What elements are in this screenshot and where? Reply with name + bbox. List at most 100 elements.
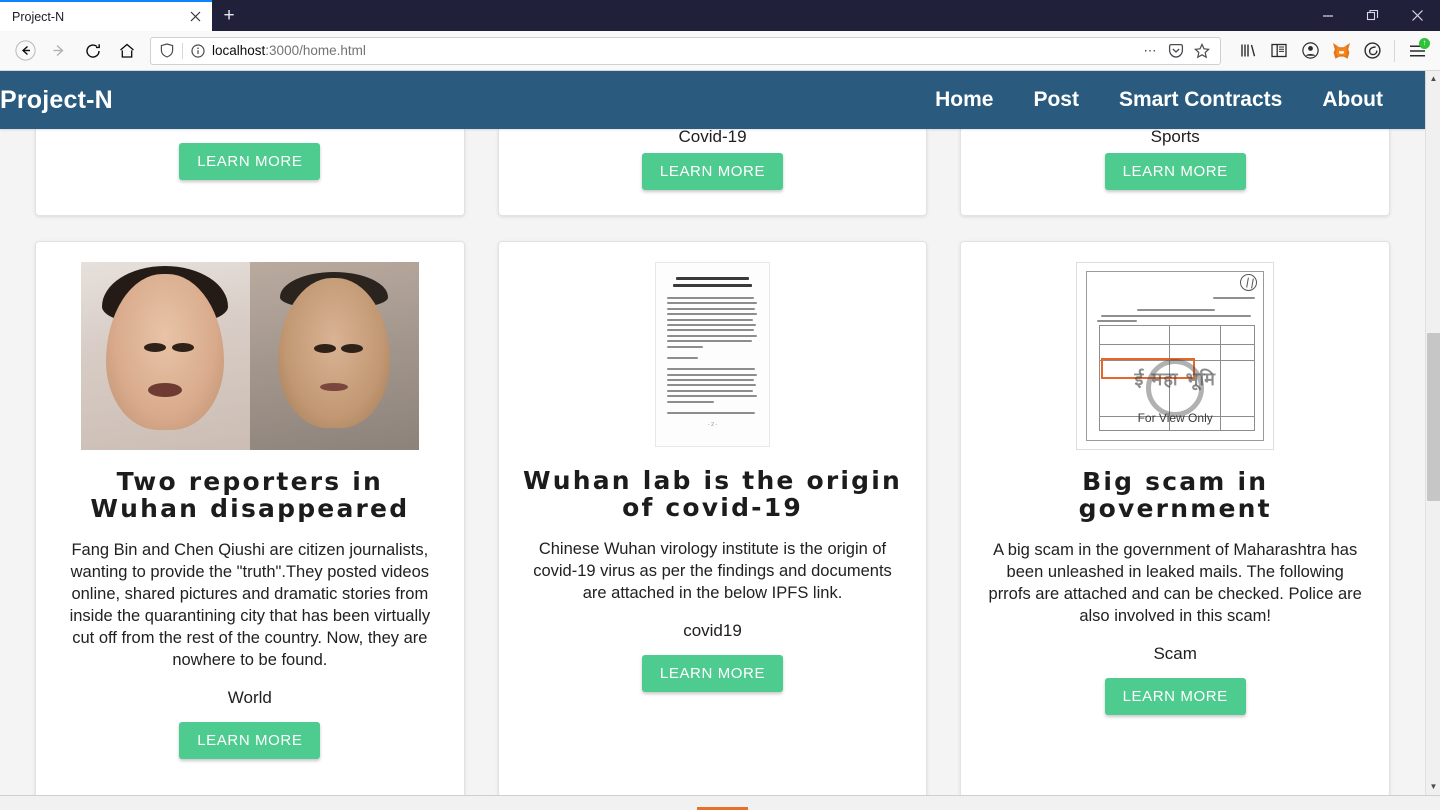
library-icon[interactable] <box>1233 36 1263 66</box>
tab-close-icon[interactable] <box>184 6 206 28</box>
doc-text-line <box>667 389 753 392</box>
doc-text-line <box>667 373 758 376</box>
head-shape <box>106 274 225 430</box>
doc-text-line <box>1097 320 1138 322</box>
learn-more-button[interactable]: LEARN MORE <box>1104 153 1246 190</box>
address-bar[interactable]: localhost:3000/home.html ⋯ <box>150 36 1221 65</box>
eye-right <box>172 342 195 352</box>
back-button[interactable] <box>8 35 42 67</box>
doc-text-line <box>667 400 715 403</box>
portrait-right <box>249 262 419 450</box>
doc-text-line <box>1213 297 1256 299</box>
learn-more-button[interactable]: LEARN MORE <box>641 153 784 190</box>
card-category: Covid-19 <box>678 129 747 146</box>
pocket-icon[interactable] <box>1164 39 1188 63</box>
nav-link-smart-contracts[interactable]: Smart Contracts <box>1099 88 1302 112</box>
card-thumbnail[interactable]: ई महा भूमि For View Only <box>983 262 1367 450</box>
card-title: Two reporters in Wuhan disappeared <box>90 467 410 523</box>
news-card-partial[interactable]: Covid-19 LEARN MORE <box>497 129 928 216</box>
doc-text-line <box>667 379 755 382</box>
card-thumbnail[interactable] <box>58 262 442 450</box>
scroll-down-arrow-icon[interactable]: ▼ <box>1426 779 1440 795</box>
vertical-scrollbar[interactable]: ▲ ▼ <box>1425 71 1440 795</box>
card-category: Scam <box>1153 643 1197 663</box>
learn-more-button[interactable]: LEARN MORE <box>179 721 321 759</box>
news-card-partial[interactable]: LEARN MORE <box>35 129 465 216</box>
card-title: Big scam in government <box>1078 467 1272 523</box>
card-title: Wuhan lab is the origin of covid-19 <box>522 466 903 522</box>
browser-title-bar: Project-N + <box>0 0 1440 31</box>
hamburger-menu-icon[interactable]: ↑ <box>1402 36 1432 66</box>
doc-text-line <box>667 334 758 337</box>
url-text[interactable]: localhost:3000/home.html <box>208 43 1138 58</box>
card-thumbnail[interactable]: - 2 - <box>521 262 905 447</box>
eye-left <box>144 342 167 352</box>
update-badge: ↑ <box>1419 37 1430 49</box>
info-circle-icon[interactable] <box>188 43 208 58</box>
news-card[interactable]: ई महा भूमि For View Only Big scam in gov… <box>960 241 1391 795</box>
url-actions: ⋯ <box>1138 39 1214 63</box>
mouth-shape <box>320 383 349 391</box>
learn-more-button[interactable]: LEARN MORE <box>179 143 321 180</box>
close-button[interactable] <box>1395 0 1440 31</box>
doc-text-line <box>667 307 756 310</box>
doc-text-line <box>667 412 756 415</box>
learn-more-button[interactable]: LEARN MORE <box>1104 677 1246 715</box>
doc-text-line <box>667 345 704 348</box>
doc-text-line <box>667 302 758 305</box>
news-card-partial[interactable]: Sports LEARN MORE <box>960 129 1391 216</box>
shield-icon[interactable] <box>157 43 177 58</box>
os-taskbar[interactable] <box>0 795 1440 810</box>
window-controls <box>1305 0 1440 31</box>
doc-text-line <box>667 368 756 371</box>
doc-subheading-line <box>667 356 698 359</box>
news-card[interactable]: - 2 - Wuhan lab is the origin of covid-1… <box>497 241 928 795</box>
nav-link-home[interactable]: Home <box>915 88 1013 112</box>
card-column: ई महा भूमि For View Only Big scam in gov… <box>960 241 1391 795</box>
nav-link-about[interactable]: About <box>1302 88 1403 112</box>
doc-text-line <box>667 384 757 387</box>
card-category: World <box>227 687 272 707</box>
forward-button[interactable] <box>42 35 76 67</box>
url-path: :3000/home.html <box>265 43 366 58</box>
portrait-left <box>80 262 250 450</box>
card-column: - 2 - Wuhan lab is the origin of covid-1… <box>497 241 928 795</box>
mouth-shape <box>148 383 183 398</box>
learn-more-button[interactable]: LEARN MORE <box>641 654 784 692</box>
site-brand[interactable]: Project-N <box>0 86 113 115</box>
doc-text-line <box>667 297 755 299</box>
view-only-label: For View Only <box>1137 411 1213 425</box>
scroll-up-arrow-icon[interactable]: ▲ <box>1426 71 1440 87</box>
doc-heading-line <box>676 277 749 280</box>
star-icon[interactable] <box>1190 39 1214 63</box>
page-actions-ellipsis-icon[interactable]: ⋯ <box>1138 39 1162 63</box>
url-host: localhost <box>212 43 266 58</box>
browser-tab[interactable]: Project-N <box>0 0 212 31</box>
doc-heading-line <box>673 284 752 287</box>
scrollbar-thumb[interactable] <box>1427 333 1440 501</box>
watermark-text: ई महा भूमि <box>1134 369 1216 390</box>
doc-text-line <box>667 323 757 326</box>
minimize-button[interactable] <box>1305 0 1350 31</box>
eye-right <box>341 344 364 353</box>
extension-circle-icon[interactable] <box>1357 36 1387 66</box>
card-body-text: Chinese Wuhan virology institute is the … <box>533 540 892 602</box>
toolbar-extensions: ↑ <box>1227 36 1432 66</box>
doc-text-line <box>1137 309 1216 311</box>
doc-page-number: - 2 - <box>708 422 717 429</box>
nav-link-post[interactable]: Post <box>1013 88 1099 112</box>
card-column: Two reporters in Wuhan disappeared Fang … <box>35 241 465 795</box>
browser-toolbar: localhost:3000/home.html ⋯ ↑ <box>0 31 1440 71</box>
reload-button[interactable] <box>76 35 110 67</box>
restore-button[interactable] <box>1350 0 1395 31</box>
doc-text-line <box>667 318 754 321</box>
news-card[interactable]: Two reporters in Wuhan disappeared Fang … <box>35 241 465 795</box>
two-reporters-photo <box>80 262 419 450</box>
maharashtra-land-record-scan: ई महा भूमि For View Only <box>1076 262 1275 450</box>
site-navbar: Project-N Home Post Smart Contracts Abou… <box>0 71 1425 129</box>
account-avatar-icon[interactable] <box>1295 36 1325 66</box>
new-tab-button[interactable]: + <box>212 0 246 31</box>
sidebar-icon[interactable] <box>1264 36 1294 66</box>
home-button[interactable] <box>110 35 144 67</box>
metamask-fox-icon[interactable] <box>1326 36 1356 66</box>
